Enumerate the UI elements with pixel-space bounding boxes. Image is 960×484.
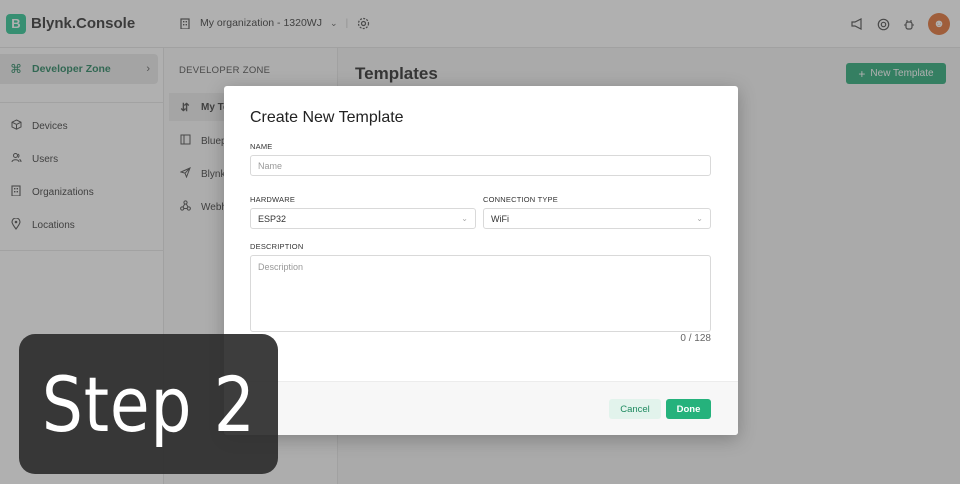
description-label: DESCRIPTION xyxy=(250,242,304,251)
character-counter: 0 / 128 xyxy=(680,333,711,344)
dialog-footer: Cancel Done xyxy=(224,381,738,435)
step-badge-text: Step 2 xyxy=(41,359,256,449)
name-input[interactable] xyxy=(258,160,703,171)
hardware-label: HARDWARE xyxy=(250,195,296,204)
cancel-button[interactable]: Cancel xyxy=(609,399,661,419)
create-template-dialog: Create New Template NAME HARDWARE ESP32 … xyxy=(224,86,738,435)
connection-type-value: WiFi xyxy=(491,213,509,224)
step-badge: Step 2 xyxy=(19,334,278,474)
connection-type-select[interactable]: WiFi ⌄ xyxy=(483,208,711,229)
name-label: NAME xyxy=(250,142,273,151)
hardware-select[interactable]: ESP32 ⌄ xyxy=(250,208,476,229)
dialog-title: Create New Template xyxy=(250,109,404,126)
name-field-wrapper xyxy=(250,155,711,176)
connection-type-label: CONNECTION TYPE xyxy=(483,195,558,204)
description-input[interactable] xyxy=(250,255,711,332)
hardware-value: ESP32 xyxy=(258,213,287,224)
chevron-down-icon: ⌄ xyxy=(696,214,703,223)
chevron-down-icon: ⌄ xyxy=(461,214,468,223)
done-button[interactable]: Done xyxy=(666,399,711,419)
